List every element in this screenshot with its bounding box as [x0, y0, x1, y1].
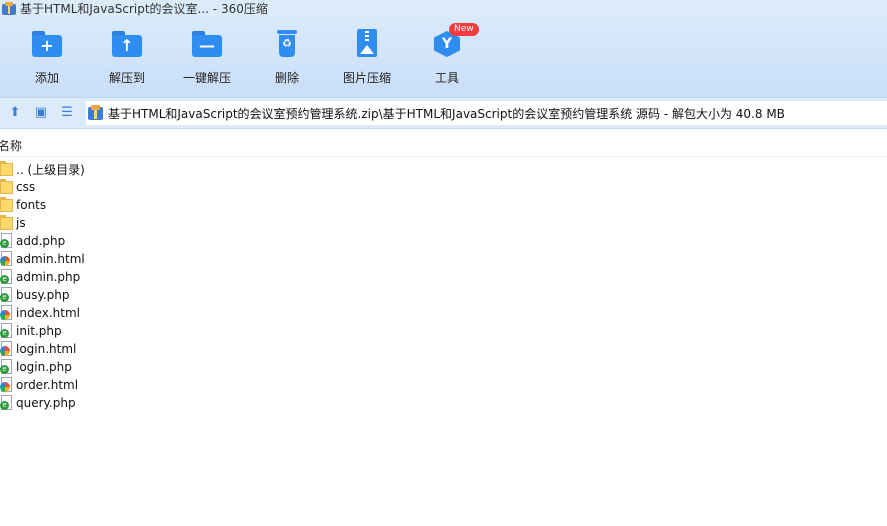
column-name-label[interactable]: 名称 — [0, 138, 22, 154]
one-click-extract-button[interactable]: — 一键解压 — [172, 27, 242, 86]
tools-label: 工具 — [434, 71, 459, 85]
list-item[interactable]: js — [0, 214, 887, 232]
list-item[interactable]: e busy.php — [0, 286, 887, 304]
file-name: init.php — [16, 324, 62, 338]
extract-folder-icon: ↑ — [110, 27, 144, 61]
title-bar: 基于HTML和JavaScript的会议室... - 360压缩 — [0, 0, 887, 17]
php-file-icon: e — [0, 323, 14, 339]
list-item[interactable]: index.html — [0, 304, 887, 322]
file-name: login.php — [16, 360, 72, 374]
archive-app-icon — [2, 1, 16, 16]
php-file-icon: e — [0, 287, 14, 303]
php-file-icon: e — [0, 395, 14, 411]
list-view-icon[interactable]: ☰ — [59, 105, 75, 121]
new-badge: New — [449, 23, 479, 36]
file-name: fonts — [16, 198, 47, 212]
column-header[interactable]: 名称 — [0, 138, 887, 157]
delete-label: 删除 — [274, 71, 299, 85]
file-name: .. (上级目录) — [16, 162, 85, 177]
file-name: busy.php — [16, 288, 70, 302]
add-button[interactable]: + 添加 — [12, 27, 82, 86]
list-item[interactable]: .. (上级目录) — [0, 160, 887, 178]
add-label: 添加 — [34, 71, 59, 85]
one-click-extract-label: 一键解压 — [182, 71, 231, 85]
image-compress-button[interactable]: 图片压缩 — [332, 27, 402, 86]
file-name: admin.php — [16, 270, 81, 284]
window-title: 基于HTML和JavaScript的会议室... - 360压缩 — [20, 2, 268, 16]
php-file-icon: e — [0, 269, 14, 285]
toolbar: + 添加 ↑ 解压到 — 一键解压 ♻ 删除 图片压缩 Y 工具 New — [0, 17, 887, 97]
file-list: .. (上级目录) css fonts js e add.php admin.html e ad… — [0, 160, 887, 412]
extract-to-label: 解压到 — [108, 71, 145, 85]
folder-icon — [0, 197, 14, 213]
folder-icon — [0, 179, 14, 195]
list-item[interactable]: e add.php — [0, 232, 887, 250]
add-folder-icon: + — [30, 27, 64, 61]
path-field[interactable]: 基于HTML和JavaScript的会议室预约管理系统.zip\基于HTML和J… — [86, 101, 887, 125]
file-name: css — [16, 180, 36, 194]
file-name: index.html — [16, 306, 80, 320]
php-file-icon: e — [0, 359, 14, 375]
list-item[interactable]: login.html — [0, 340, 887, 358]
file-name: admin.html — [16, 252, 85, 266]
html-file-icon — [0, 341, 14, 357]
list-item[interactable]: fonts — [0, 196, 887, 214]
archive-path-icon — [88, 105, 104, 121]
delete-button[interactable]: ♻ 删除 — [252, 27, 322, 86]
one-click-extract-icon: — — [190, 27, 224, 61]
file-name: login.html — [16, 342, 77, 356]
image-compress-icon — [350, 27, 384, 61]
up-arrow-icon[interactable]: ⬆ — [7, 105, 23, 121]
html-file-icon — [0, 251, 14, 267]
recycle-bin-icon: ♻ — [270, 27, 304, 61]
list-item[interactable]: order.html — [0, 376, 887, 394]
folder-icon — [0, 161, 14, 177]
list-item[interactable]: css — [0, 178, 887, 196]
list-item[interactable]: e init.php — [0, 322, 887, 340]
file-name: add.php — [16, 234, 66, 248]
list-item[interactable]: e admin.php — [0, 268, 887, 286]
file-name: query.php — [16, 396, 76, 410]
html-file-icon — [0, 305, 14, 321]
file-name: js — [16, 216, 26, 230]
file-name: order.html — [16, 378, 79, 392]
thumbnail-view-icon[interactable]: ▣ — [33, 105, 49, 121]
php-file-icon: e — [0, 233, 14, 249]
path-text: 基于HTML和JavaScript的会议室预约管理系统.zip\基于HTML和J… — [108, 106, 785, 121]
image-compress-label: 图片压缩 — [342, 71, 391, 85]
list-item[interactable]: admin.html — [0, 250, 887, 268]
html-file-icon — [0, 377, 14, 393]
folder-icon — [0, 215, 14, 231]
list-item[interactable]: e login.php — [0, 358, 887, 376]
list-item[interactable]: e query.php — [0, 394, 887, 412]
address-bar: ⬆ ▣ ☰ 基于HTML和JavaScript的会议室预约管理系统.zip\基于… — [0, 97, 887, 129]
extract-to-button[interactable]: ↑ 解压到 — [92, 27, 162, 86]
